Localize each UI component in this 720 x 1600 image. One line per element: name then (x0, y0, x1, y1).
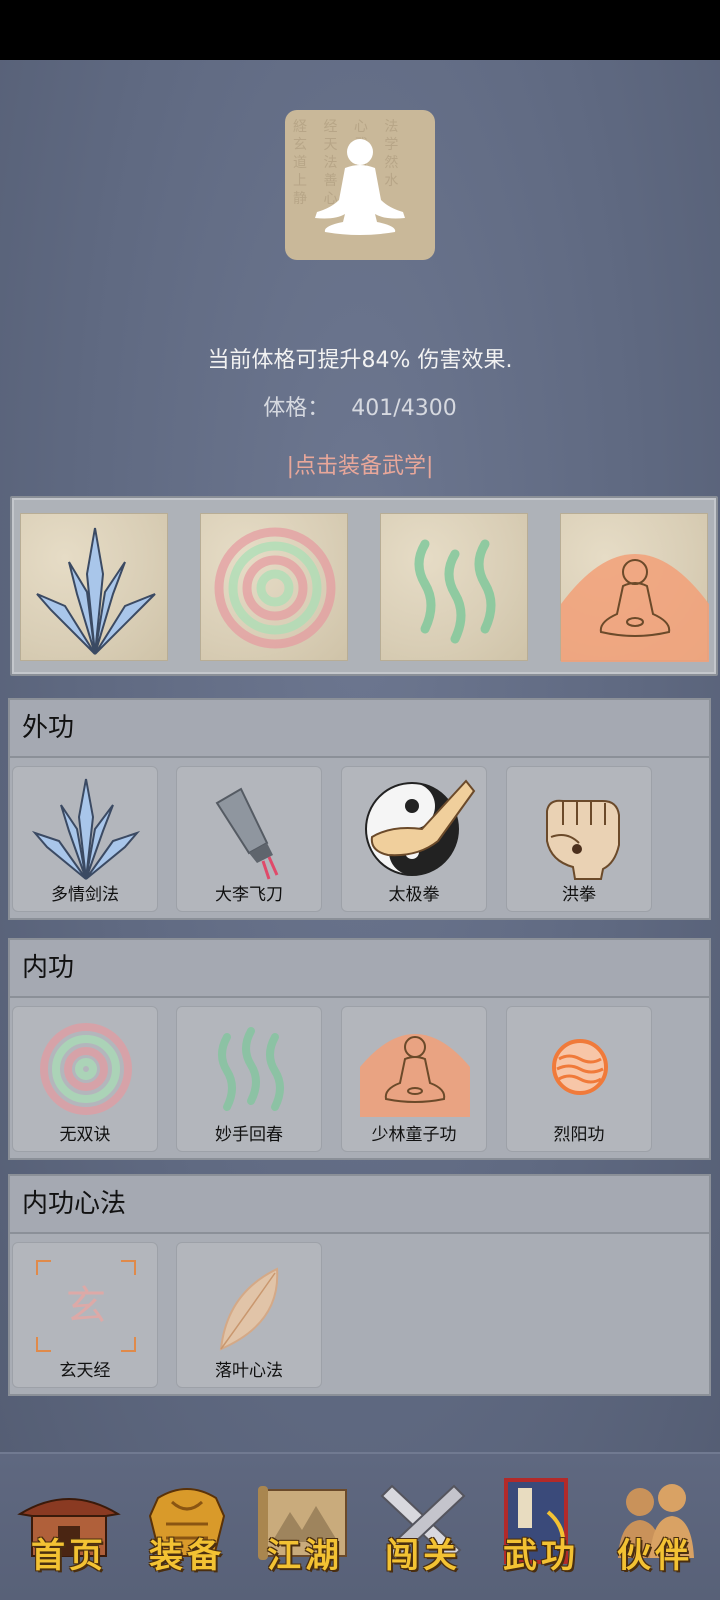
skill-card-hong-fist[interactable]: 洪拳 (506, 766, 652, 912)
physique-effect-text: 当前体格可提升84% 伤害效果. (207, 348, 513, 373)
spiral-icon (214, 527, 336, 649)
skill-card-flying-knife[interactable]: 大李飞刀 (176, 766, 322, 912)
meditating-figure-icon (315, 139, 405, 235)
nav-label-martial-arts: 武功 (503, 1536, 579, 1576)
nav-item-challenge[interactable]: 闯关 (368, 1472, 478, 1587)
skill-name: 妙手回春 (215, 1125, 283, 1145)
spiral-icon (40, 1023, 132, 1115)
equipped-skills-panel (10, 496, 718, 676)
skill-card-wushuang[interactable]: 无双诀 (12, 1006, 158, 1152)
nav-item-martial-arts[interactable]: 武功 (486, 1472, 596, 1587)
section-title-internal: 内功 (10, 940, 709, 998)
nav-label-companions: 伙伴 (617, 1536, 693, 1576)
nav-item-jianghu[interactable]: 江湖 (250, 1472, 360, 1587)
fist-icon (546, 799, 620, 880)
skill-name: 洪拳 (562, 885, 596, 905)
skill-name: 玄天经 (59, 1361, 111, 1381)
status-bar (0, 0, 720, 60)
nav-label-challenge: 闯关 (385, 1536, 461, 1576)
physique-value: 401/4300 (351, 396, 457, 421)
internal-skills-section: 内功 无双诀 妙手回春 少林童子功 烈阳功 (8, 938, 711, 1160)
flying-knife-icon (215, 787, 279, 880)
meditating-monk-icon (561, 554, 709, 662)
taiji-fist-icon (365, 779, 476, 876)
skill-card-miaoshou[interactable]: 妙手回春 (176, 1006, 322, 1152)
skill-name: 烈阳功 (553, 1125, 605, 1145)
section-title-external: 外功 (10, 700, 709, 758)
skill-card-duoqing-sword[interactable]: 多情剑法 (12, 766, 158, 912)
skill-name: 太极拳 (388, 885, 440, 905)
sword-burst-icon (36, 527, 156, 655)
nav-item-equipment[interactable]: 装备 (132, 1472, 242, 1587)
seal-char: 玄 (66, 1283, 106, 1329)
bottom-nav: 首页 装备 江湖 闯关 武功 伙伴 (0, 1452, 720, 1600)
waves-icon (218, 1027, 284, 1111)
sun-orb-icon (552, 1039, 608, 1095)
nav-label-jianghu: 江湖 (267, 1536, 343, 1576)
waves-icon (414, 539, 496, 644)
leaf-icon (219, 1267, 279, 1351)
meditation-avatar[interactable]: 経 经 心 法 玄 天 武 学 道 法 自 然 上 善 若 水 静 心 (285, 110, 435, 260)
skill-name: 大李飞刀 (215, 885, 283, 905)
mind-methods-section: 内功心法 玄 玄天经 落叶心法 (8, 1174, 711, 1396)
equipped-slot-4[interactable] (560, 513, 709, 662)
sword-burst-icon (31, 778, 141, 880)
physique-stat: 体格： 401/4300 (0, 390, 720, 422)
xuan-seal-icon: 玄 (36, 1260, 136, 1352)
section-title-mind: 内功心法 (10, 1176, 709, 1234)
skill-name: 多情剑法 (51, 885, 119, 905)
meditating-monk-icon (360, 1034, 470, 1117)
skill-card-shaolin-tongzi[interactable]: 少林童子功 (341, 1006, 487, 1152)
nav-label-home: 首页 (31, 1536, 107, 1576)
skill-card-taiji-fist[interactable]: 太极拳 (341, 766, 487, 912)
skill-name: 落叶心法 (215, 1361, 283, 1381)
skill-card-xuantian[interactable]: 玄 玄天经 (12, 1242, 158, 1388)
skill-name: 少林童子功 (371, 1125, 457, 1145)
skill-card-luoye[interactable]: 落叶心法 (176, 1242, 322, 1388)
nav-label-equipment: 装备 (149, 1536, 225, 1576)
nav-item-companions[interactable]: 伙伴 (600, 1472, 710, 1587)
equipped-slot-2[interactable] (200, 513, 348, 661)
physique-label: 体格： (263, 396, 330, 421)
external-skills-section: 外功 多情剑法 大李飞刀 太极拳 洪拳 (8, 698, 711, 920)
nav-item-home[interactable]: 首页 (14, 1472, 124, 1587)
equipped-slot-1[interactable] (20, 513, 168, 661)
skill-name: 无双诀 (59, 1125, 111, 1145)
equip-martial-arts-link[interactable]: |点击装备武学| (0, 448, 720, 480)
equipped-slot-3[interactable] (380, 513, 528, 661)
skill-card-lieyang[interactable]: 烈阳功 (506, 1006, 652, 1152)
